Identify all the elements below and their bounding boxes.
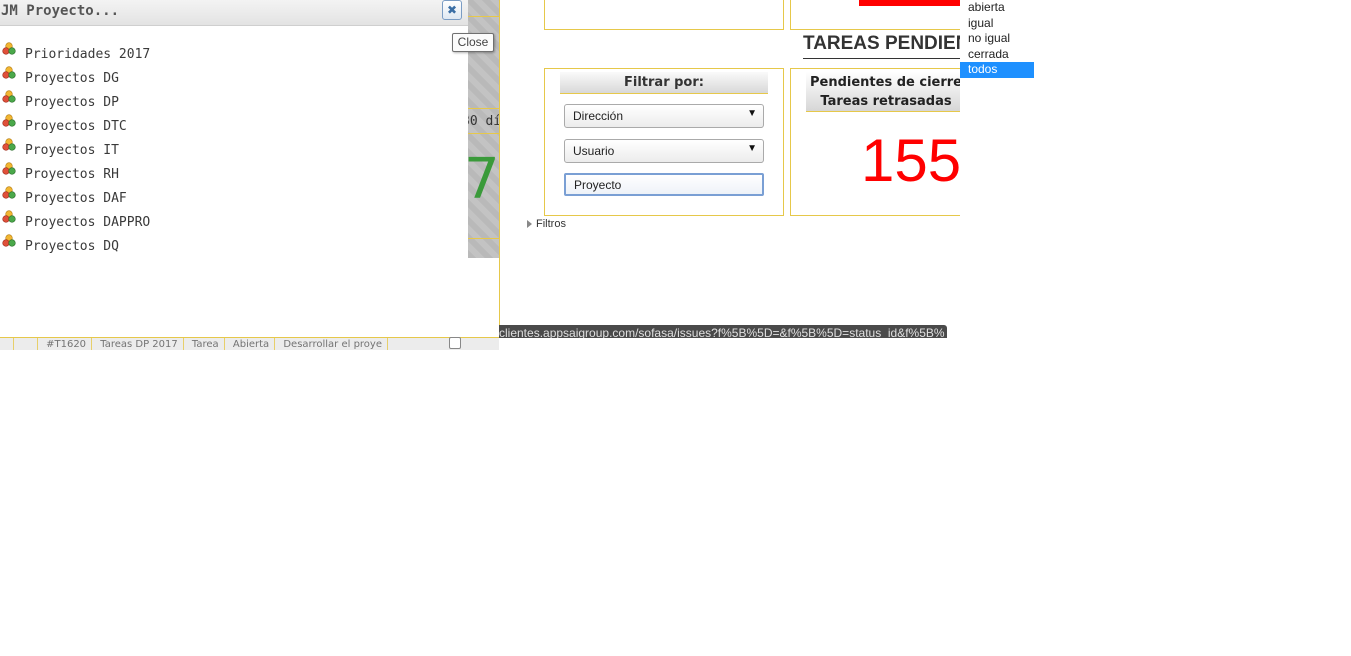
project-icon <box>2 42 16 55</box>
divider <box>468 16 499 17</box>
divider <box>468 133 499 134</box>
direccion-select[interactable]: Dirección ▼ <box>564 104 764 128</box>
dialog-title: JM Proyecto... <box>1 3 120 19</box>
expand-triangle-icon <box>527 220 532 228</box>
project-list: Prioridades 2017 Proyectos DG Proyectos DP… <box>0 42 468 260</box>
close-button[interactable]: ✖ <box>442 0 462 20</box>
project-icon <box>2 186 16 199</box>
project-dialog: JM Proyecto... ✖ Prioridades 2017 Proyect… <box>0 0 468 258</box>
project-list-item[interactable]: Proyectos RH <box>0 162 468 188</box>
usuario-select[interactable]: Usuario ▼ <box>564 139 764 163</box>
close-icon: ✖ <box>446 3 458 17</box>
table-cell <box>17 338 38 350</box>
project-list-item[interactable]: Proyectos DG <box>0 66 468 92</box>
project-label: Proyectos DAF <box>25 191 127 206</box>
project-icon <box>2 210 16 223</box>
panel-top-left <box>544 0 784 30</box>
filter-header: Filtrar por: <box>560 72 768 94</box>
project-label: Proyectos DAPPRO <box>25 215 151 230</box>
project-list-item[interactable]: Proyectos DP <box>0 90 468 116</box>
green-counter: 7 <box>464 147 500 212</box>
divider <box>468 108 499 109</box>
project-label: Proyectos DQ <box>25 239 119 254</box>
project-list-item[interactable]: Proyectos IT <box>0 138 468 164</box>
dialog-header: JM Proyecto... ✖ <box>0 0 468 26</box>
usuario-select-value: Usuario <box>573 144 615 158</box>
project-icon <box>2 66 16 79</box>
filtros-toggle[interactable]: Filtros <box>527 218 566 230</box>
pending-panel: Pendientes de cierre Tareas retrasadas 1… <box>790 68 960 216</box>
background-table-row: #T1620 Tareas DP 2017 Tarea Abierta Desa… <box>0 337 499 350</box>
project-icon <box>2 114 16 127</box>
table-cell: Desarrollar el proye <box>278 338 388 350</box>
project-list-item[interactable]: Prioridades 2017 <box>0 42 468 68</box>
filtros-label: Filtros <box>536 218 566 230</box>
pending-header: Pendientes de cierre Tareas retrasadas <box>806 72 960 112</box>
project-label: Proyectos IT <box>25 143 119 158</box>
chevron-down-icon: ▼ <box>747 108 757 119</box>
project-icon <box>2 90 16 103</box>
pending-title: Pendientes de cierre <box>810 75 960 90</box>
filter-panel: Filtrar por: Dirección ▼ Usuario ▼ Proye… <box>544 68 784 216</box>
proyecto-button-label: Proyecto <box>574 178 622 192</box>
project-label: Proyectos RH <box>25 167 119 182</box>
proyecto-button[interactable]: Proyecto <box>564 173 764 196</box>
project-icon <box>2 234 16 247</box>
status-url: clientes.appsaigroup.com/sofasa/issues?f… <box>499 326 945 338</box>
project-label: Proyectos DP <box>25 95 119 110</box>
section-underline <box>803 58 960 59</box>
project-label: Prioridades 2017 <box>25 47 151 62</box>
direccion-select-value: Dirección <box>573 109 624 123</box>
screenshot-root: #T1620 Tareas DP 2017 Tarea Abierta Desa… <box>0 0 1351 656</box>
pending-count[interactable]: 155 <box>861 131 960 191</box>
project-icon <box>2 162 16 175</box>
dropdown-option[interactable]: todos <box>960 62 1034 78</box>
pending-subtitle: Tareas retrasadas <box>820 94 952 109</box>
project-list-item[interactable]: Proyectos DAPPRO <box>0 210 468 236</box>
dropdown-option[interactable]: abierta <box>960 0 1034 16</box>
dropdown-option[interactable]: cerrada <box>960 47 1034 63</box>
project-list-item[interactable]: Proyectos DQ <box>0 234 468 260</box>
close-tooltip: Close <box>452 33 494 52</box>
project-label: Proyectos DTC <box>25 119 127 134</box>
main-content: TAREAS PENDIENTES Filtrar por: Dirección… <box>499 0 960 338</box>
divider <box>468 238 499 239</box>
project-icon <box>2 138 16 151</box>
section-title: TAREAS PENDIENTES <box>803 33 960 54</box>
table-cell: Abierta <box>228 338 276 350</box>
project-label: Proyectos DG <box>25 71 119 86</box>
row-checkbox[interactable] <box>449 337 461 349</box>
project-list-item[interactable]: Proyectos DAF <box>0 186 468 212</box>
red-indicator-bar <box>859 0 960 6</box>
table-cell: Tarea <box>187 338 225 350</box>
table-cell: #T1620 <box>41 338 93 350</box>
table-cell: Tareas DP 2017 <box>95 338 184 350</box>
operator-dropdown: abierta igual no igual cerrada todos <box>960 0 1034 78</box>
table-cell <box>0 338 15 350</box>
url-status-bar: clientes.appsaigroup.com/sofasa/issues?f… <box>499 325 947 338</box>
chevron-down-icon: ▼ <box>747 143 757 154</box>
dropdown-option[interactable]: igual <box>960 16 1034 32</box>
project-list-item[interactable]: Proyectos DTC <box>0 114 468 140</box>
dropdown-option[interactable]: no igual <box>960 31 1034 47</box>
